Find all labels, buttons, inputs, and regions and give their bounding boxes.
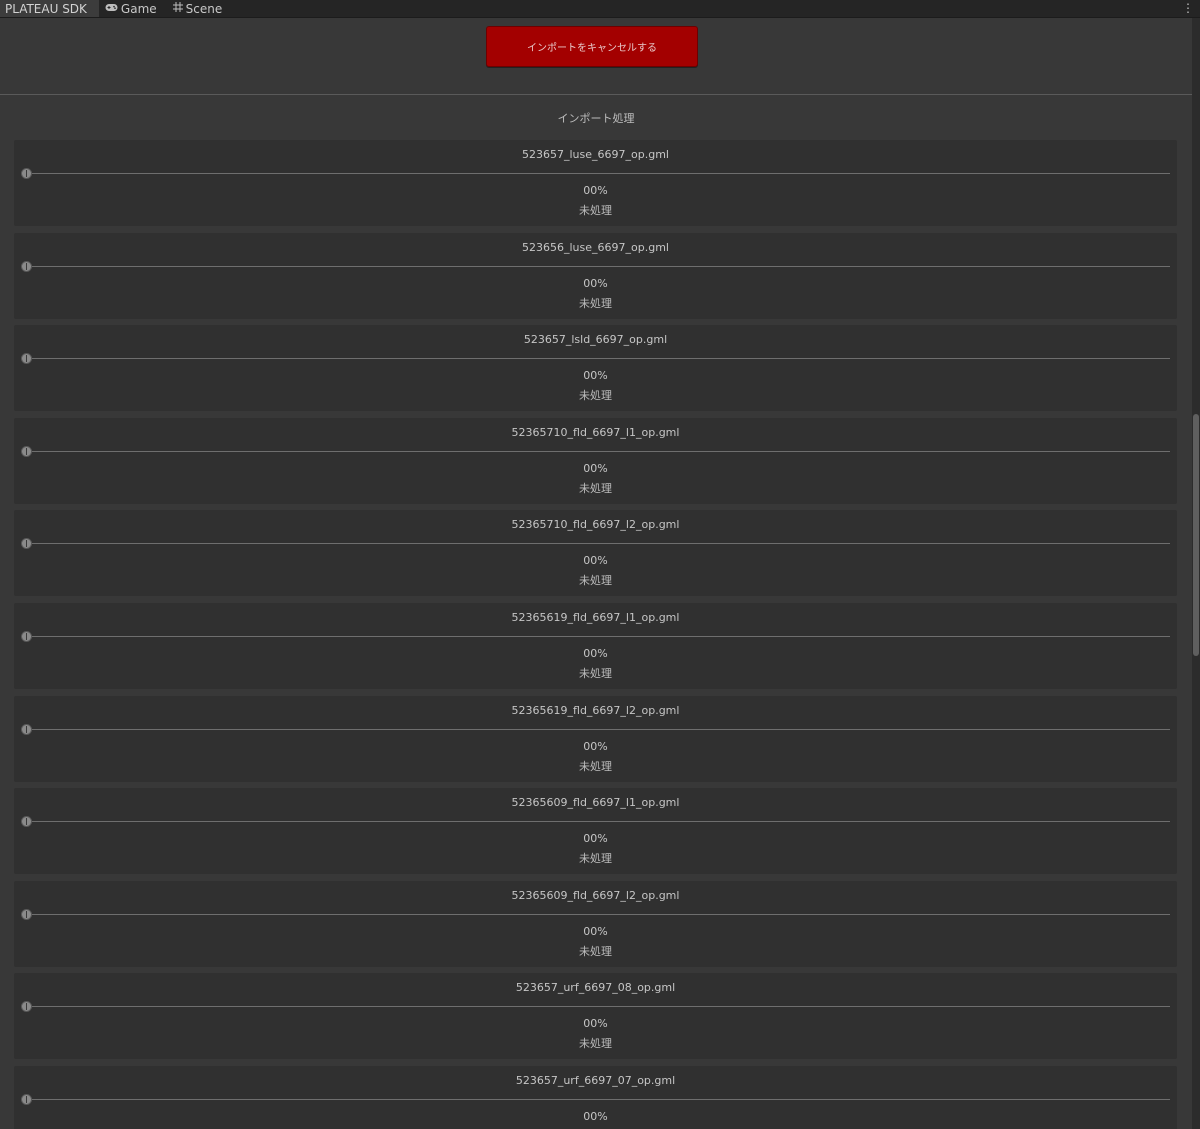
progress-track	[24, 450, 1170, 452]
grid-icon	[172, 2, 183, 15]
progress-percent: 00%	[583, 1109, 608, 1123]
progress-percent: 00%	[583, 924, 608, 938]
tab-label: PLATEAU SDK	[5, 1, 87, 16]
import-item: 52365609_fld_6697_l2_op.gml 00% 未処理	[14, 880, 1177, 967]
file-name: 523656_luse_6697_op.gml	[522, 240, 669, 254]
progress-handle[interactable]	[21, 445, 32, 457]
progress-track	[24, 1006, 1170, 1008]
more-options-icon[interactable]: ⋮	[1182, 0, 1194, 17]
import-item: 523657_urf_6697_08_op.gml 00% 未処理	[14, 973, 1177, 1060]
progress-percent: 00%	[583, 832, 608, 846]
status-text: 未処理	[579, 852, 612, 866]
status-text: 未処理	[579, 944, 612, 958]
progress-percent: 00%	[583, 369, 608, 383]
progress-handle[interactable]	[21, 168, 32, 179]
file-name: 52365619_fld_6697_l2_op.gml	[511, 703, 680, 717]
scrollbar-thumb[interactable]	[1193, 414, 1199, 656]
tab-label: Game	[120, 1, 157, 16]
status-text: 未処理	[579, 481, 612, 495]
import-item: 52365710_fld_6697_l2_op.gml 00% 未処理	[14, 510, 1177, 597]
progress-handle[interactable]	[21, 908, 32, 920]
progress-handle[interactable]	[21, 1093, 32, 1105]
status-text: 未処理	[579, 666, 612, 680]
progress-handle[interactable]	[21, 260, 32, 272]
divider	[0, 94, 1192, 95]
import-section-title: インポート処理	[557, 112, 635, 125]
tab-scene[interactable]: Scene	[167, 0, 233, 17]
progress-handle[interactable]	[21, 630, 32, 642]
progress-handle[interactable]	[21, 538, 32, 550]
import-item: 52365619_fld_6697_l1_op.gml 00% 未処理	[14, 602, 1177, 689]
status-text: 未処理	[579, 296, 612, 310]
import-item: 523657_luse_6697_op.gml 00% 未処理	[14, 140, 1177, 226]
status-text: 未処理	[579, 759, 612, 773]
file-name: 52365710_fld_6697_l2_op.gml	[511, 518, 680, 532]
vertical-scrollbar[interactable]	[1192, 18, 1200, 1129]
import-list: 523657_luse_6697_op.gml 00% 未処理 523656_luse…	[14, 140, 1177, 1129]
status-text: 未処理	[579, 1037, 612, 1051]
import-item: 52365710_fld_6697_l1_op.gml 00% 未処理	[14, 417, 1177, 504]
tab-game[interactable]: Game	[99, 0, 167, 17]
progress-percent: 00%	[583, 739, 608, 753]
progress-handle[interactable]	[21, 1001, 32, 1013]
file-name: 52365619_fld_6697_l1_op.gml	[511, 610, 680, 624]
progress-handle[interactable]	[21, 723, 32, 735]
progress-track	[24, 913, 1170, 915]
progress-handle[interactable]	[21, 353, 32, 365]
progress-track	[24, 173, 1170, 174]
progress-track	[24, 728, 1170, 730]
file-name: 52365609_fld_6697_l2_op.gml	[511, 888, 680, 902]
tab-bar: PLATEAU SDK Game Scene ⋮	[0, 0, 1200, 18]
progress-percent: 00%	[583, 184, 608, 197]
progress-track	[24, 358, 1170, 360]
progress-percent: 00%	[583, 646, 608, 660]
progress-handle[interactable]	[21, 816, 32, 828]
progress-percent: 00%	[583, 276, 608, 290]
progress-track	[24, 265, 1170, 267]
tab-label: Scene	[185, 1, 223, 16]
file-name: 52365609_fld_6697_l1_op.gml	[511, 796, 680, 810]
file-name: 523657_urf_6697_07_op.gml	[515, 1073, 676, 1087]
import-item: 52365619_fld_6697_l2_op.gml 00% 未処理	[14, 695, 1177, 782]
import-item: 523656_luse_6697_op.gml 00% 未処理	[14, 232, 1177, 319]
progress-percent: 00%	[583, 1017, 608, 1031]
progress-track	[24, 543, 1170, 545]
status-text: 未処理	[579, 389, 612, 403]
progress-track	[24, 821, 1170, 823]
import-item: 52365609_fld_6697_l1_op.gml 00% 未処理	[14, 788, 1177, 875]
file-name: 523657_urf_6697_08_op.gml	[515, 981, 676, 995]
file-name: 52365710_fld_6697_l1_op.gml	[511, 425, 680, 439]
status-text: 未処理	[579, 574, 612, 588]
import-item: 523657_urf_6697_07_op.gml00%未処理	[14, 1065, 1177, 1129]
status-text: 未処理	[579, 204, 612, 217]
import-item: 523657_lsld_6697_op.gml 00% 未処理	[14, 325, 1177, 412]
cancel-import-button[interactable]: インポートをキャンセルする	[486, 26, 698, 67]
plateau-sdk-panel: インポートをキャンセルする インポート処理 523657_luse_6697_o…	[0, 18, 1192, 1129]
progress-track	[24, 635, 1170, 637]
progress-percent: 00%	[583, 461, 608, 475]
file-name: 523657_luse_6697_op.gml	[522, 148, 669, 161]
progress-percent: 00%	[583, 554, 608, 568]
progress-track	[24, 1098, 1170, 1100]
file-name: 523657_lsld_6697_op.gml	[523, 333, 668, 347]
gamepad-icon	[105, 2, 118, 15]
tab-plateau-sdk[interactable]: PLATEAU SDK	[0, 0, 99, 17]
